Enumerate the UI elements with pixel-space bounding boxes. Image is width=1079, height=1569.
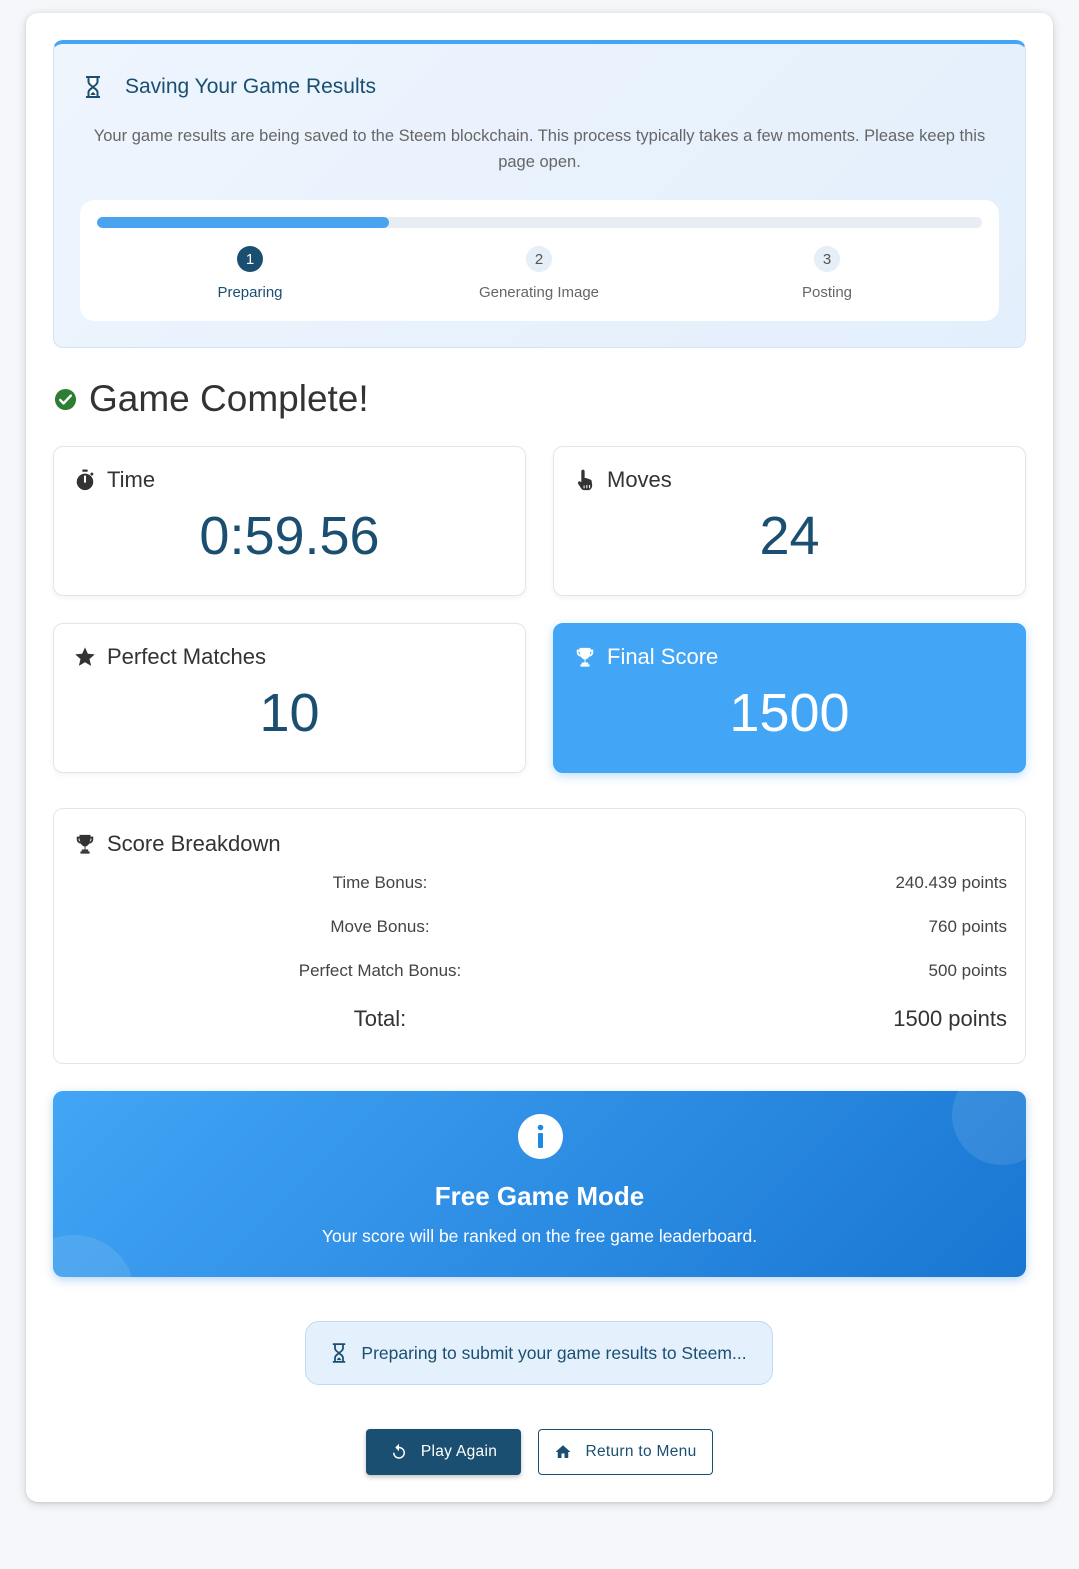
breakdown-row-time-bonus: Time Bonus: 240.439 points: [54, 873, 1025, 899]
breakdown-label: Perfect Match Bonus:: [298, 961, 462, 980]
step-posting: 3 Posting: [727, 246, 927, 301]
play-again-button[interactable]: Play Again: [366, 1429, 521, 1475]
stat-label: Final Score: [607, 644, 719, 669]
stat-value: 1500: [729, 683, 850, 743]
replay-icon: [390, 1443, 408, 1461]
breakdown-total-value: 1500 points: [893, 1006, 1007, 1031]
results-card: Saving Your Game Results Your game resul…: [26, 13, 1053, 1502]
breakdown-row-perfect-match-bonus: Perfect Match Bonus: 500 points: [54, 961, 1025, 987]
breakdown-row-move-bonus: Move Bonus: 760 points: [54, 917, 1025, 943]
stat-value: 10: [259, 683, 320, 743]
home-icon: [554, 1443, 572, 1461]
trophy-icon: [74, 833, 96, 855]
step-label: Posting: [801, 284, 853, 301]
return-to-menu-button[interactable]: Return to Menu: [538, 1429, 713, 1475]
breakdown-value: 760 points: [928, 917, 1007, 936]
saving-description: Your game results are being saved to the…: [93, 127, 986, 171]
free-mode-description: Your score will be ranked on the free ga…: [321, 1226, 758, 1246]
free-mode-title: Free Game Mode: [434, 1181, 645, 1211]
game-complete-heading: Game Complete!: [54, 378, 369, 420]
step-label: Generating Image: [478, 284, 600, 301]
step-number: 1: [237, 246, 263, 272]
hourglass-icon: [84, 75, 102, 99]
progress-box: 1 Preparing 2 Generating Image 3 Posting: [80, 200, 999, 321]
hourglass-icon: [331, 1342, 347, 1364]
stat-perfect-matches: Perfect Matches 10: [53, 623, 526, 773]
stat-time: Time 0:59.56: [53, 446, 526, 596]
saving-title: Saving Your Game Results: [84, 75, 376, 99]
progress-bar: [97, 217, 982, 228]
saving-title-text: Saving Your Game Results: [125, 75, 376, 98]
step-label: Preparing: [217, 284, 283, 301]
stat-label: Moves: [607, 467, 672, 492]
progress-fill: [97, 217, 390, 228]
stat-label: Perfect Matches: [107, 644, 266, 669]
pointer-hand-icon: [574, 469, 596, 491]
step-number: 3: [814, 246, 840, 272]
stat-value: 0:59.56: [199, 506, 380, 566]
breakdown-label: Move Bonus:: [330, 917, 430, 936]
saving-panel: Saving Your Game Results Your game resul…: [53, 40, 1026, 348]
breakdown-total-label: Total:: [353, 1006, 407, 1031]
stat-label: Time: [107, 467, 156, 492]
step-preparing: 1 Preparing: [150, 246, 350, 301]
decorative-circle: [952, 1091, 1026, 1165]
status-text: Preparing to submit your game results to…: [361, 1342, 747, 1363]
stat-value: 24: [759, 506, 820, 566]
breakdown-row-total: Total: 1500 points: [54, 1006, 1025, 1032]
score-breakdown: Score Breakdown Time Bonus: 240.439 poin…: [53, 808, 1026, 1064]
return-to-menu-label: Return to Menu: [585, 1443, 697, 1460]
submission-status: Preparing to submit your game results to…: [305, 1321, 773, 1385]
check-circle-icon: [54, 388, 77, 411]
game-complete-title: Game Complete!: [89, 378, 369, 419]
breakdown-value: 240.439 points: [895, 873, 1007, 892]
breakdown-label: Time Bonus:: [332, 873, 428, 892]
breakdown-title: Score Breakdown: [107, 831, 281, 856]
step-generating-image: 2 Generating Image: [439, 246, 639, 301]
trophy-icon: [574, 646, 596, 668]
stat-moves: Moves 24: [553, 446, 1026, 596]
stat-final-score: Final Score 1500: [553, 623, 1026, 773]
star-icon: [74, 646, 96, 668]
free-game-mode-banner: Free Game Mode Your score will be ranked…: [53, 1091, 1026, 1277]
play-again-label: Play Again: [420, 1443, 498, 1460]
breakdown-value: 500 points: [928, 961, 1007, 980]
step-number: 2: [526, 246, 552, 272]
stopwatch-icon: [74, 469, 96, 491]
info-icon: [518, 1114, 563, 1159]
